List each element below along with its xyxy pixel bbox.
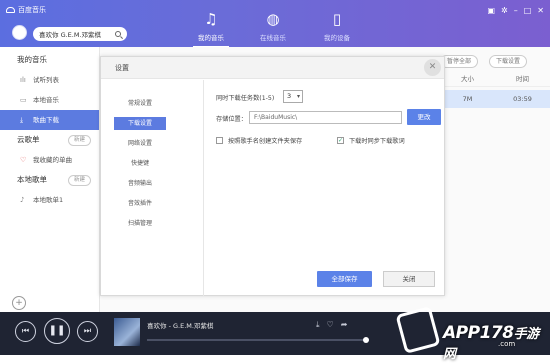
sidebar-item-local-music[interactable]: ▭ 本地音乐 — [0, 90, 99, 110]
close-icon[interactable]: ✕ — [424, 59, 441, 76]
watermark: APP178手游网 .com — [395, 305, 550, 362]
tab-label: 我的音乐 — [198, 34, 224, 42]
settings-nav: 常规设置 下载设置 网络设置 快捷键 音频输出 音效插件 扫描管理 — [101, 80, 204, 296]
row-size: 7M — [462, 95, 473, 103]
lyrics-sync-label: 下载时同步下载歌词 — [349, 138, 405, 145]
tasks-label: 同时下载任务数(1-5) — [216, 95, 275, 102]
album-cover[interactable] — [114, 318, 140, 346]
top-bar: 百度音乐 喜欢你 G.E.M.邓紫棋 ♫ 我的音乐 ◍ 在线音乐 ▯ 我的设备 … — [0, 0, 550, 47]
sidebar-section-local: 本地歌单 新建 — [0, 170, 99, 190]
progress-bar[interactable] — [147, 337, 369, 343]
settings-nav-scan[interactable]: 扫描管理 — [114, 217, 166, 230]
progress-knob[interactable] — [363, 337, 369, 343]
globe-icon: ◍ — [266, 10, 280, 28]
minimize-icon[interactable]: – — [514, 6, 518, 15]
next-icon[interactable]: ⏭ — [77, 321, 98, 342]
dialog-title: 设置 — [115, 64, 129, 72]
path-input[interactable]: F:\BaiduMusic\ — [249, 111, 402, 124]
search-input[interactable]: 喜欢你 G.E.M.邓紫棋 — [33, 27, 127, 41]
folder-by-singer-checkbox[interactable] — [216, 137, 223, 144]
pause-icon[interactable]: ❚❚ — [44, 318, 70, 344]
music-note-icon: ♪ — [20, 196, 25, 204]
search-value: 喜欢你 G.E.M.邓紫棋 — [39, 31, 102, 39]
watermark-domain: .com — [498, 340, 516, 348]
settings-dialog: 设置 ✕ 常规设置 下载设置 网络设置 快捷键 音频输出 音效插件 扫描管理 同… — [100, 56, 445, 296]
path-label: 存储位置： — [216, 116, 247, 123]
download-icon[interactable]: ⤓ — [316, 320, 320, 330]
path-value: F:\BaiduMusic\ — [254, 114, 298, 121]
user-avatar[interactable] — [12, 25, 27, 40]
phone-icon: ▯ — [332, 10, 342, 28]
save-all-button[interactable]: 全部保存 — [317, 271, 372, 287]
col-time[interactable]: 时间 — [495, 72, 550, 86]
sidebar-item-local-playlist-1[interactable]: ♪ 本地歌单1 — [0, 190, 99, 210]
section-title: 本地歌单 — [17, 175, 47, 184]
skin-icon[interactable]: ▣ — [487, 6, 495, 15]
share-icon[interactable]: ➦ — [341, 320, 348, 330]
sidebar-item-song-download[interactable]: ⤓ 歌曲下载 — [0, 110, 99, 130]
sidebar-section-cloud: 云歌单 新建 — [0, 130, 99, 150]
app-title: 百度音乐 — [18, 6, 46, 14]
new-local-playlist-button[interactable]: 新建 — [67, 174, 91, 186]
section-title: 云歌单 — [17, 135, 40, 144]
sidebar-item-trial-list[interactable]: ılı 试听列表 — [0, 70, 99, 90]
heart-icon[interactable]: ♡ — [327, 320, 334, 330]
lyrics-sync-checkbox[interactable]: ✓ — [337, 137, 344, 144]
col-size[interactable]: 大小 — [440, 72, 495, 86]
sidebar-item-favorites[interactable]: ♡ 我收藏的单曲 — [0, 150, 99, 170]
row-time: 03:59 — [513, 95, 532, 103]
tab-my-devices[interactable]: ▯ 我的设备 — [312, 10, 362, 42]
player-actions: ⤓ ♡ ➦ — [316, 320, 347, 330]
tasks-select[interactable]: 3 — [283, 90, 303, 103]
tab-label: 我的设备 — [324, 34, 350, 42]
table-header: 大小 时间 — [440, 72, 550, 87]
dialog-header: 设置 — [101, 57, 444, 79]
sidebar-item-label: 本地歌单1 — [33, 196, 64, 204]
close-dialog-button[interactable]: 关闭 — [383, 271, 435, 287]
watermark-logo-icon — [395, 306, 441, 354]
settings-nav-network[interactable]: 网络设置 — [114, 137, 166, 150]
settings-nav-hotkeys[interactable]: 快捷键 — [114, 157, 166, 170]
search-icon[interactable] — [115, 31, 121, 37]
tab-label: 在线音乐 — [260, 34, 286, 42]
close-icon[interactable]: ✕ — [537, 6, 544, 15]
previous-icon[interactable]: ⏮ — [15, 321, 36, 342]
monitor-icon: ▭ — [20, 96, 27, 104]
baidu-music-logo-icon — [6, 7, 15, 13]
settings-nav-general[interactable]: 常规设置 — [114, 97, 166, 110]
add-playlist-icon[interactable]: + — [12, 296, 26, 310]
music-note-icon: ♫ — [204, 10, 218, 28]
sidebar-item-label: 试听列表 — [33, 76, 59, 84]
settings-nav-audio-output[interactable]: 音频输出 — [114, 177, 166, 190]
now-playing-title: 喜欢你 - G.E.M.邓紫棋 — [147, 322, 214, 330]
change-path-button[interactable]: 更改 — [407, 109, 441, 125]
settings-nav-download[interactable]: 下载设置 — [114, 117, 166, 130]
heart-icon: ♡ — [20, 156, 27, 164]
watermark-text: APP178手游网 — [443, 323, 539, 362]
window-controls: ▣ ✲ – □ ✕ — [487, 6, 544, 15]
new-cloud-playlist-button[interactable]: 新建 — [67, 134, 91, 146]
waveform-icon: ılı — [20, 76, 26, 84]
pause-all-button[interactable]: 暂停全部 — [440, 55, 479, 68]
table-row[interactable]: 7M 03:59 — [440, 90, 550, 108]
app-logo: 百度音乐 — [6, 5, 46, 15]
sidebar-section-my-music: 我的音乐 — [0, 50, 99, 70]
tab-online-music[interactable]: ◍ 在线音乐 — [248, 10, 298, 42]
sidebar-item-label: 歌曲下载 — [33, 116, 59, 124]
download-settings-button[interactable]: 下载设置 — [489, 55, 528, 68]
settings-icon[interactable]: ✲ — [501, 6, 508, 15]
settings-nav-effect-plugins[interactable]: 音效插件 — [114, 197, 166, 210]
sidebar-item-label: 我收藏的单曲 — [33, 156, 72, 164]
tab-my-music[interactable]: ♫ 我的音乐 — [186, 10, 236, 48]
download-icon: ⤓ — [20, 116, 24, 124]
maximize-icon[interactable]: □ — [524, 6, 532, 15]
sidebar: 我的音乐 ılı 试听列表 ▭ 本地音乐 ⤓ 歌曲下载 云歌单 新建 ♡ 我收藏… — [0, 47, 100, 312]
tasks-value: 3 — [287, 92, 292, 100]
folder-by-singer-label: 按照歌手名创建文件夹保存 — [228, 138, 303, 145]
section-title: 我的音乐 — [17, 55, 47, 64]
sidebar-item-label: 本地音乐 — [33, 96, 59, 104]
